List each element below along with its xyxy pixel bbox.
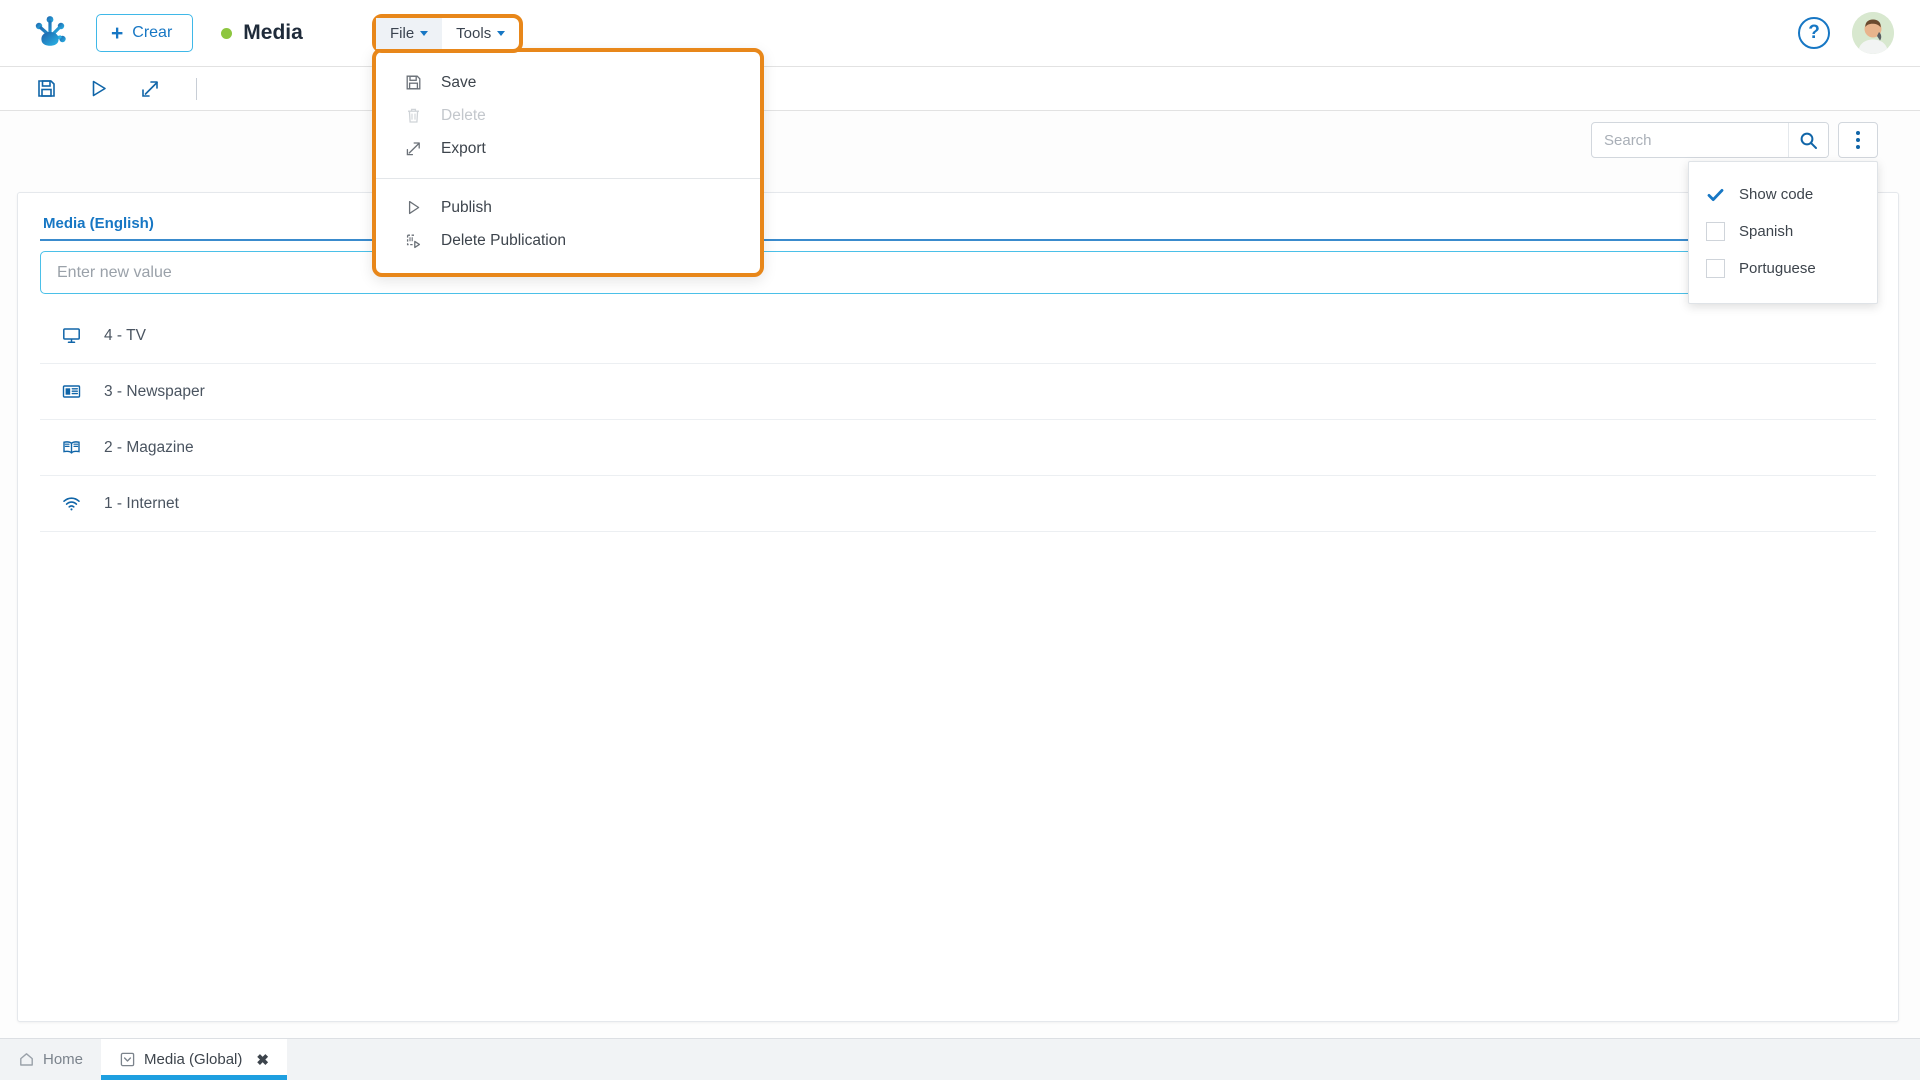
menu-item-label: Delete Publication	[441, 232, 566, 250]
home-icon	[18, 1052, 34, 1068]
option-portuguese[interactable]: Portuguese	[1689, 250, 1877, 287]
status-dot	[221, 28, 232, 39]
newspaper-icon	[60, 381, 82, 403]
search-row	[1591, 122, 1878, 158]
menu-item-label: Export	[441, 140, 486, 158]
floppy-disk-icon	[404, 73, 423, 92]
monitor-icon	[60, 325, 82, 347]
menu-item-delete-publication[interactable]: Delete Publication	[376, 224, 760, 257]
create-button-label: Crear	[132, 24, 172, 42]
list-item-label: 1 - Internet	[104, 495, 179, 513]
document-title: Media	[221, 21, 303, 45]
search-box	[1591, 122, 1829, 158]
checkbox-checked-icon[interactable]	[1706, 185, 1725, 204]
tab-label: Media (Global)	[144, 1051, 242, 1068]
menu-divider	[376, 178, 760, 179]
media-list: 4 - TV 3 - Newspaper	[18, 308, 1898, 532]
more-vertical-icon[interactable]	[1838, 122, 1878, 158]
checkbox-chevron-icon	[119, 1052, 135, 1068]
header-right-group: ?	[1798, 12, 1894, 54]
menu-tools-label: Tools	[456, 25, 491, 42]
unpublish-icon	[404, 231, 423, 250]
chevron-down-icon	[420, 31, 428, 36]
file-dropdown-menu: Save Delete Export	[372, 48, 764, 277]
export-icon[interactable]	[138, 77, 162, 101]
menu-item-publish[interactable]: Publish	[376, 191, 760, 224]
option-spanish[interactable]: Spanish	[1689, 213, 1877, 250]
option-show-code[interactable]: Show code	[1689, 176, 1877, 213]
avatar[interactable]	[1852, 12, 1894, 54]
new-value-input[interactable]	[40, 251, 1876, 294]
checkbox-unchecked-icon[interactable]	[1706, 259, 1725, 278]
close-icon[interactable]: ✖	[256, 1051, 269, 1069]
checkbox-unchecked-icon[interactable]	[1706, 222, 1725, 241]
search-icon[interactable]	[1788, 123, 1828, 157]
menu-item-export[interactable]: Export	[376, 132, 760, 165]
bottom-tab-bar: Home Media (Global) ✖	[0, 1038, 1920, 1080]
tab-label: Home	[43, 1051, 83, 1068]
open-book-icon	[60, 437, 82, 459]
document-title-text: Media	[243, 21, 303, 45]
help-icon[interactable]: ?	[1798, 17, 1830, 49]
application-window: + Crear Media ? File	[0, 0, 1920, 1080]
field-underline	[40, 239, 1876, 241]
list-item[interactable]: 4 - TV	[40, 308, 1876, 364]
menu-file[interactable]: File	[376, 18, 442, 49]
toolbar-divider	[196, 78, 197, 100]
menu-file-label: File	[390, 25, 414, 42]
tab-home[interactable]: Home	[0, 1039, 101, 1080]
plus-icon: +	[111, 23, 123, 44]
option-label: Portuguese	[1739, 260, 1816, 277]
chevron-down-icon	[497, 31, 505, 36]
trash-icon	[404, 106, 423, 125]
menu-item-label: Save	[441, 74, 476, 92]
play-triangle-icon	[404, 198, 423, 217]
export-arrow-icon	[404, 139, 423, 158]
menu-item-save[interactable]: Save	[376, 66, 760, 99]
tab-media-global[interactable]: Media (Global) ✖	[101, 1039, 287, 1080]
top-header-bar: + Crear Media ?	[0, 0, 1920, 67]
wifi-icon	[60, 493, 82, 515]
help-icon-glyph: ?	[1808, 22, 1820, 44]
save-icon[interactable]	[34, 77, 58, 101]
field-label: Media (English)	[43, 215, 1898, 232]
options-dropdown-menu: Show code Spanish Portuguese	[1688, 161, 1878, 304]
menu-item-delete[interactable]: Delete	[376, 99, 760, 132]
list-item-label: 3 - Newspaper	[104, 383, 205, 401]
list-item[interactable]: 3 - Newspaper	[40, 364, 1876, 420]
menu-item-label: Delete	[441, 107, 486, 125]
list-item-label: 2 - Magazine	[104, 439, 194, 457]
create-button[interactable]: + Crear	[96, 14, 193, 52]
menubar-highlight: File Tools	[372, 14, 523, 53]
search-input[interactable]	[1592, 123, 1788, 157]
option-label: Spanish	[1739, 223, 1793, 240]
publish-icon[interactable]	[86, 77, 110, 101]
menu-item-label: Publish	[441, 199, 492, 217]
menu-tools[interactable]: Tools	[442, 18, 519, 49]
action-toolbar	[0, 67, 1920, 111]
content-card: Media (English) 4 - TV	[17, 192, 1899, 1022]
list-item[interactable]: 1 - Internet	[40, 476, 1876, 532]
frog-foot-logo[interactable]	[28, 11, 72, 55]
list-item-label: 4 - TV	[104, 327, 146, 345]
option-label: Show code	[1739, 186, 1813, 203]
list-item[interactable]: 2 - Magazine	[40, 420, 1876, 476]
